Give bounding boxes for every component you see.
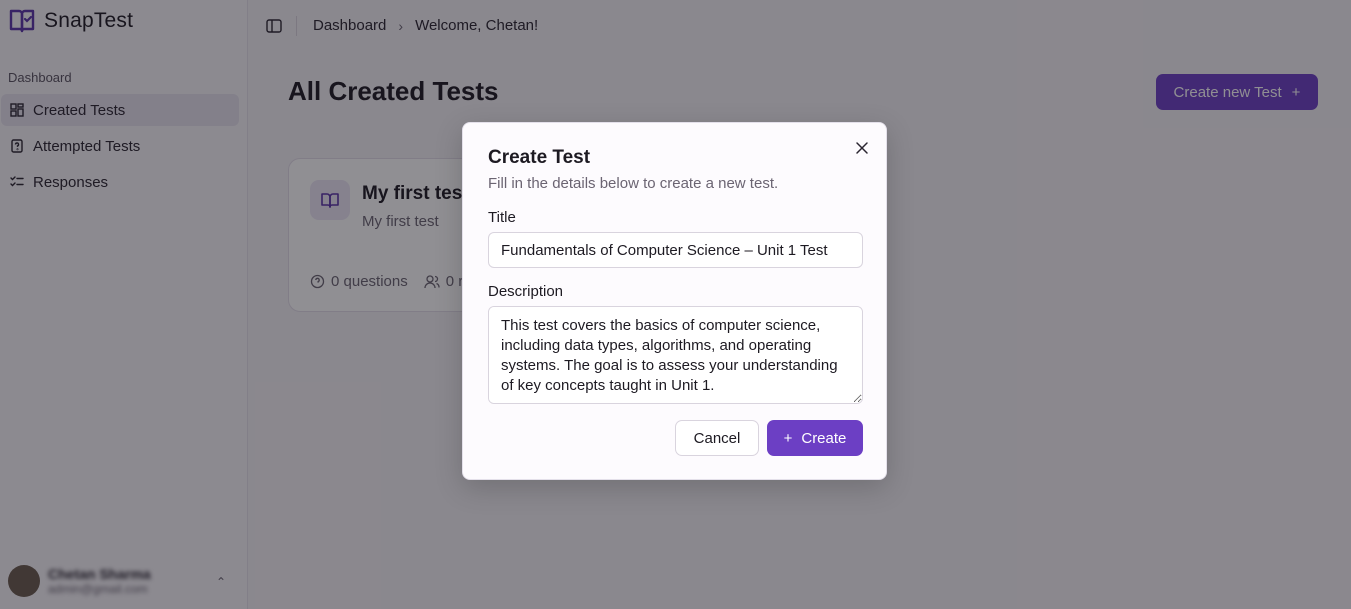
cancel-label: Cancel xyxy=(693,429,741,447)
plus-icon: + xyxy=(783,429,793,447)
description-label: Description xyxy=(488,283,564,300)
create-label: Create xyxy=(801,429,847,447)
title-label: Title xyxy=(488,209,516,226)
cancel-button[interactable]: Cancel xyxy=(675,420,759,456)
dialog-description: Fill in the details below to create a ne… xyxy=(488,175,779,192)
dialog-title: Create Test xyxy=(488,147,591,168)
close-icon[interactable] xyxy=(855,141,869,155)
title-input[interactable] xyxy=(488,232,863,268)
description-textarea[interactable]: This test covers the basics of computer … xyxy=(488,306,863,404)
create-button[interactable]: + Create xyxy=(767,420,863,456)
create-test-dialog: Create Test Fill in the details below to… xyxy=(462,122,887,480)
